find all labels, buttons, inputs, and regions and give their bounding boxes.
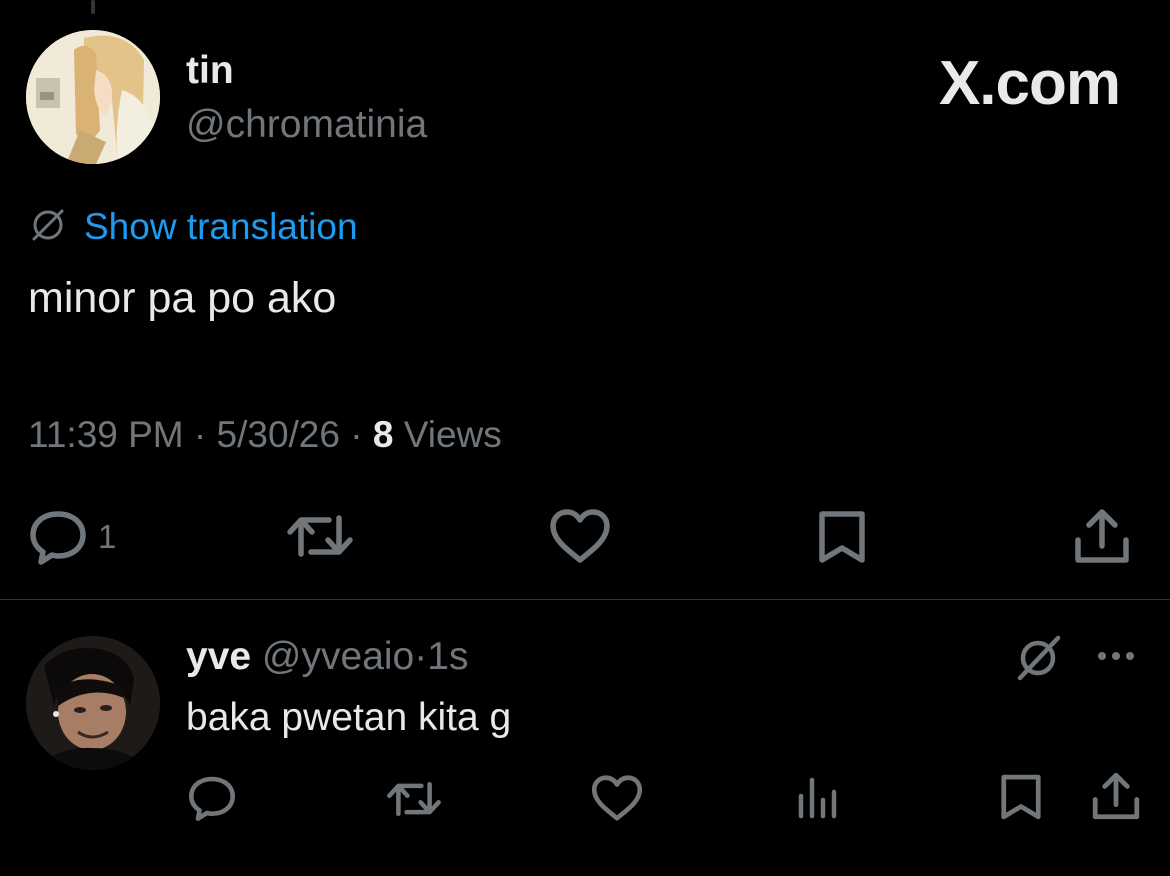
reply-time[interactable]: 1s — [427, 635, 468, 678]
author-handle[interactable]: @chromatinia — [186, 102, 427, 148]
x-com-logo-text: X.com — [938, 49, 1121, 118]
bookmark-button[interactable] — [816, 508, 868, 566]
meta-separator: · — [193, 414, 207, 455]
section-divider — [0, 599, 1170, 600]
reply-text: baka pwetan kita g — [186, 696, 512, 739]
reply-share-button[interactable] — [1090, 770, 1142, 822]
author-display-name[interactable]: tin — [186, 48, 234, 94]
grok-icon — [1014, 635, 1062, 686]
retweet-icon — [285, 508, 355, 564]
bookmark-icon — [816, 508, 868, 566]
share-icon — [1072, 506, 1132, 566]
views-count: 8 — [372, 414, 394, 455]
reply-icon — [28, 508, 88, 566]
analytics-icon — [794, 774, 840, 822]
reply-display-name[interactable]: yve — [186, 635, 251, 678]
reply-author-avatar[interactable] — [26, 636, 160, 770]
reply-icon — [186, 774, 238, 822]
translation-row[interactable]: Show translation — [28, 204, 358, 250]
reply-bookmark-button[interactable] — [998, 772, 1044, 822]
x-com-watermark: X.com — [938, 49, 1121, 118]
like-icon — [548, 508, 612, 564]
reply-avatar-image — [26, 636, 160, 770]
share-button[interactable] — [1072, 506, 1132, 566]
reply-reply-button[interactable] — [186, 774, 238, 822]
reply-meta-separator: · — [414, 635, 428, 678]
meta-separator: · — [350, 414, 363, 455]
tweet-date[interactable]: 5/30/26 — [217, 414, 340, 455]
avatar-image — [26, 30, 160, 164]
bookmark-icon — [998, 772, 1044, 822]
reply-more-button[interactable] — [1094, 640, 1138, 677]
grok-button[interactable] — [1014, 634, 1062, 687]
tweet-time[interactable]: 11:39 PM — [28, 414, 184, 455]
translate-icon — [28, 205, 68, 250]
reply-count: 1 — [98, 518, 117, 555]
reply-analytics-button[interactable] — [794, 774, 840, 822]
like-icon — [590, 774, 644, 822]
thread-connector-line — [91, 0, 95, 14]
share-icon — [1090, 770, 1142, 822]
views-label: Views — [403, 414, 502, 455]
reply-handle[interactable]: @yveaio — [262, 635, 414, 678]
reply-like-button[interactable] — [590, 774, 644, 822]
reply-button[interactable]: 1 — [28, 508, 116, 566]
show-translation-link[interactable]: Show translation — [84, 206, 358, 248]
author-avatar[interactable] — [26, 30, 160, 164]
retweet-button[interactable] — [285, 508, 355, 564]
more-icon — [1094, 652, 1138, 676]
tweet-text: minor pa po ako — [28, 274, 337, 322]
retweet-icon — [384, 776, 444, 822]
tweet-meta: 11:39 PM · 5/30/26 · 8 Views — [28, 412, 502, 458]
like-button[interactable] — [548, 508, 612, 564]
reply-retweet-button[interactable] — [384, 776, 444, 822]
reply-header: yve @yveaio·1s — [186, 634, 468, 680]
